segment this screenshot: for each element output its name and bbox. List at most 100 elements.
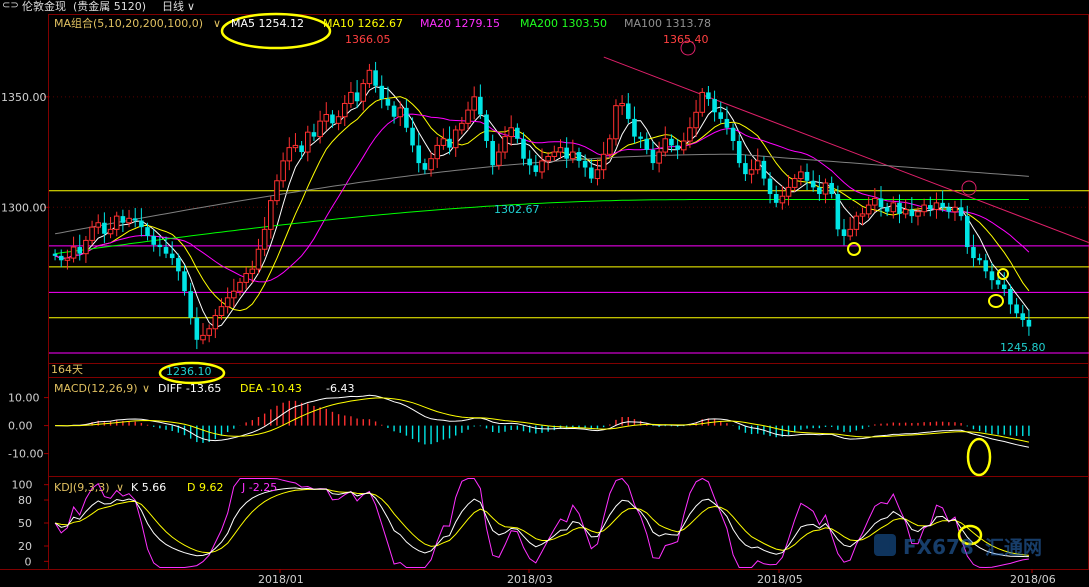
candle-down[interactable]	[909, 209, 915, 217]
stock-chart[interactable]: 10.00 0.00 -10.00 100 80 50 20 0 1300.00 1350.0…	[0, 0, 1089, 587]
candle-up[interactable]	[822, 182, 829, 195]
candle-down[interactable]	[385, 99, 391, 106]
macd-label[interactable]: MACD(12,26,9)	[54, 382, 138, 395]
candle-down[interactable]	[391, 105, 397, 117]
candle-up[interactable]	[687, 127, 693, 142]
candle-up[interactable]	[224, 297, 231, 308]
candle-up[interactable]	[570, 151, 576, 160]
candle-down[interactable]	[58, 255, 64, 261]
candle-down[interactable]	[977, 258, 982, 261]
candle-up[interactable]	[292, 144, 299, 149]
candle-down[interactable]	[761, 160, 767, 179]
highlight-circle[interactable]	[847, 242, 861, 256]
candle-up[interactable]	[280, 160, 286, 182]
candle-down[interactable]	[410, 127, 415, 146]
candle-down[interactable]	[145, 227, 150, 236]
candle-down[interactable]	[946, 207, 952, 212]
candle-down[interactable]	[706, 92, 711, 100]
candle-up[interactable]	[798, 171, 804, 180]
candle-up[interactable]	[64, 257, 71, 261]
candle-down[interactable]	[928, 205, 933, 210]
candle-up[interactable]	[656, 151, 662, 164]
candle-down[interactable]	[632, 118, 637, 137]
candle-up[interactable]	[261, 228, 268, 250]
candle-up[interactable]	[83, 239, 89, 255]
candle-up[interactable]	[915, 211, 921, 217]
candle-up[interactable]	[785, 186, 792, 197]
candle-down[interactable]	[829, 182, 834, 195]
candle-up[interactable]	[341, 102, 348, 118]
candle-down[interactable]	[102, 222, 107, 234]
candle-up[interactable]	[89, 226, 95, 241]
candle-up[interactable]	[218, 306, 225, 317]
candle-up[interactable]	[440, 138, 447, 146]
candle-up[interactable]	[600, 153, 607, 171]
candle-up[interactable]	[268, 200, 274, 230]
candle-up[interactable]	[539, 160, 545, 173]
candle-up[interactable]	[754, 160, 761, 171]
candle-down[interactable]	[983, 260, 989, 272]
candle-up[interactable]	[496, 151, 502, 166]
candle-up[interactable]	[865, 204, 872, 215]
highlight-circle-macd[interactable]	[966, 437, 992, 477]
candle-down[interactable]	[644, 138, 650, 150]
candle-down[interactable]	[120, 216, 126, 223]
candle-down[interactable]	[1001, 284, 1007, 290]
candle-down[interactable]	[804, 171, 810, 181]
candle-down[interactable]	[995, 280, 1001, 285]
candle-down[interactable]	[940, 202, 945, 208]
candle-up[interactable]	[662, 138, 669, 153]
candle-up[interactable]	[434, 144, 441, 160]
candle-down[interactable]	[139, 220, 144, 228]
candle-up[interactable]	[360, 83, 367, 102]
candle-down[interactable]	[77, 247, 83, 254]
candle-down[interactable]	[163, 247, 169, 254]
candle-up[interactable]	[366, 69, 373, 85]
candle-down[interactable]	[564, 147, 569, 159]
candle-up[interactable]	[397, 107, 404, 118]
candle-down[interactable]	[1014, 304, 1019, 314]
candle-down[interactable]	[730, 127, 736, 142]
candle-up[interactable]	[126, 217, 132, 224]
candle-down[interactable]	[884, 207, 890, 212]
candle-down[interactable]	[582, 160, 588, 168]
candle-down[interactable]	[478, 96, 483, 115]
candle-up[interactable]	[459, 122, 465, 131]
candle-up[interactable]	[847, 228, 853, 237]
candle-down[interactable]	[817, 187, 822, 195]
candle-down[interactable]	[515, 127, 520, 139]
candle-up[interactable]	[607, 138, 613, 155]
candle-up[interactable]	[206, 328, 212, 336]
candle-down[interactable]	[132, 218, 138, 221]
candle-down[interactable]	[1008, 289, 1013, 305]
candle-up[interactable]	[693, 111, 699, 129]
candle-up[interactable]	[557, 147, 564, 153]
chevron-down-icon[interactable]: ∨	[213, 17, 221, 30]
highlight-circle[interactable]	[997, 268, 1009, 280]
candle-down[interactable]	[533, 165, 539, 172]
candle-up[interactable]	[243, 273, 249, 283]
candle-up[interactable]	[779, 195, 786, 204]
candle-down[interactable]	[194, 317, 200, 340]
candle-up[interactable]	[428, 158, 434, 171]
chevron-down-icon[interactable]: ∨	[142, 382, 150, 395]
candle-up[interactable]	[502, 136, 508, 153]
candle-down[interactable]	[718, 112, 724, 119]
candle-up[interactable]	[335, 116, 342, 124]
candle-down[interactable]	[490, 141, 495, 166]
highlight-circle[interactable]	[988, 294, 1004, 308]
candle-down[interactable]	[743, 163, 748, 175]
candle-up[interactable]	[613, 105, 619, 140]
candle-down[interactable]	[416, 145, 422, 164]
candle-down[interactable]	[52, 253, 58, 256]
candle-down[interactable]	[151, 235, 156, 245]
candle-down[interactable]	[188, 291, 193, 318]
candle-down[interactable]	[965, 216, 970, 248]
candle-up[interactable]	[305, 131, 311, 153]
candle-down[interactable]	[379, 85, 385, 100]
candle-down[interactable]	[724, 118, 730, 128]
candle-down[interactable]	[373, 70, 378, 86]
candle-down[interactable]	[810, 180, 816, 188]
candle-down[interactable]	[176, 258, 181, 272]
candle-down[interactable]	[878, 198, 884, 208]
